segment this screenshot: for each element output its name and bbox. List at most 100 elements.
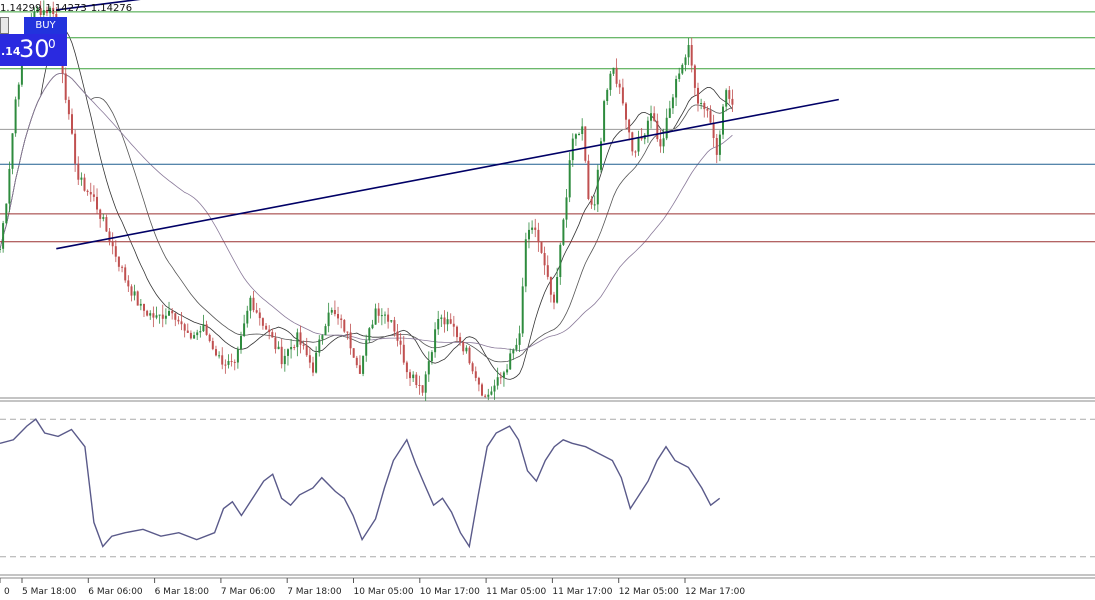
candle-body bbox=[358, 365, 361, 374]
candle-body bbox=[74, 133, 77, 164]
candle-body bbox=[362, 355, 365, 374]
candle-body bbox=[86, 190, 89, 192]
candle-body bbox=[14, 99, 17, 134]
candle-body bbox=[421, 385, 424, 393]
time-tick-label: 7 Mar 18:00 bbox=[287, 587, 342, 597]
candle-body bbox=[675, 79, 678, 98]
candle-body bbox=[296, 332, 299, 348]
candle-body bbox=[152, 313, 155, 318]
candle-body bbox=[456, 326, 458, 338]
candle-body bbox=[443, 317, 446, 325]
candle-body bbox=[409, 372, 411, 379]
candle-body bbox=[236, 349, 239, 363]
candle-body bbox=[590, 199, 593, 205]
time-tick-label: 6 Mar 06:00 bbox=[88, 587, 143, 597]
candle-body bbox=[199, 331, 202, 333]
candle-body bbox=[321, 335, 324, 340]
candle-body bbox=[515, 344, 518, 350]
candle-body bbox=[177, 319, 180, 322]
candle-body bbox=[634, 151, 637, 153]
candle-body bbox=[437, 319, 440, 330]
candle-body bbox=[384, 314, 386, 316]
candle-body bbox=[553, 294, 555, 303]
quote-value-2: 1.14273 bbox=[45, 3, 87, 14]
candle-body bbox=[243, 323, 246, 336]
candle-body bbox=[346, 331, 349, 333]
candle-body bbox=[233, 361, 236, 363]
candle-body bbox=[287, 349, 289, 356]
candle-body bbox=[534, 227, 537, 230]
candle-body bbox=[111, 242, 114, 247]
candle-body bbox=[196, 332, 199, 336]
candle-body bbox=[625, 103, 627, 120]
rsi-line bbox=[0, 418, 721, 549]
candle-body bbox=[612, 67, 615, 74]
candle-body bbox=[130, 286, 133, 296]
candle-body bbox=[293, 347, 296, 348]
candle-body bbox=[136, 291, 139, 306]
time-tick-label: 11 Mar 17:00 bbox=[552, 587, 612, 597]
buy-price-display[interactable]: .14 30 0 bbox=[0, 34, 67, 66]
candle-body bbox=[99, 209, 102, 219]
candle-body bbox=[96, 196, 98, 210]
candle-body bbox=[333, 310, 336, 315]
one-click-trade-panel: BUY .14 30 0 bbox=[0, 17, 67, 67]
candle-body bbox=[562, 219, 565, 245]
candle-body bbox=[712, 122, 715, 138]
candle-body bbox=[164, 315, 167, 319]
candle-body bbox=[368, 328, 371, 341]
candle-body bbox=[139, 303, 142, 306]
candle-body bbox=[637, 137, 640, 152]
candle-body bbox=[725, 90, 728, 107]
candle-body bbox=[662, 138, 665, 147]
candle-body bbox=[718, 134, 721, 155]
candle-body bbox=[312, 362, 314, 373]
candle-body bbox=[449, 319, 452, 324]
candle-body bbox=[127, 280, 130, 287]
candle-body bbox=[387, 314, 390, 322]
moving-average-slow bbox=[0, 73, 733, 352]
candle-body bbox=[537, 229, 540, 243]
candle-body bbox=[628, 119, 631, 133]
candle-body bbox=[352, 348, 355, 358]
candle-body bbox=[646, 120, 649, 135]
candle-body bbox=[603, 101, 606, 142]
candle-body bbox=[402, 344, 405, 363]
candle-body bbox=[290, 347, 293, 350]
candle-body bbox=[92, 194, 95, 197]
candle-body bbox=[650, 113, 652, 121]
candle-body bbox=[578, 134, 580, 135]
candle-body bbox=[546, 265, 549, 277]
candle-body bbox=[380, 315, 383, 317]
candle-body bbox=[506, 369, 509, 373]
candle-body bbox=[418, 385, 421, 386]
candle-body bbox=[512, 349, 515, 354]
time-tick-label: 7 Mar 06:00 bbox=[221, 587, 276, 597]
candle-body bbox=[83, 177, 86, 191]
candle-body bbox=[427, 361, 430, 375]
candle-body bbox=[211, 341, 214, 350]
time-tick-label: 6 Mar 18:00 bbox=[155, 587, 210, 597]
candle-body bbox=[168, 311, 170, 316]
candle-body bbox=[158, 314, 161, 316]
candle-body bbox=[180, 321, 183, 325]
candle-body bbox=[265, 325, 268, 330]
candle-body bbox=[327, 312, 330, 327]
candle-body bbox=[556, 277, 559, 303]
candle-body bbox=[681, 64, 684, 74]
candle-body bbox=[121, 266, 124, 268]
trade-panel-toggle[interactable] bbox=[0, 17, 9, 34]
candle-body bbox=[324, 326, 327, 336]
buy-button[interactable]: BUY bbox=[24, 17, 67, 34]
candle-body bbox=[202, 324, 205, 332]
candle-body bbox=[89, 192, 92, 195]
candle-body bbox=[471, 363, 474, 372]
candle-body bbox=[568, 160, 571, 198]
candle-body bbox=[355, 357, 358, 366]
candle-body bbox=[390, 320, 393, 322]
candle-body bbox=[606, 89, 609, 101]
quote-bar: 1.14299 1.14273 1.14276 bbox=[0, 3, 136, 14]
candle-body bbox=[277, 346, 280, 350]
candle-body bbox=[371, 324, 374, 329]
buy-price-prefix: .14 bbox=[1, 45, 21, 58]
